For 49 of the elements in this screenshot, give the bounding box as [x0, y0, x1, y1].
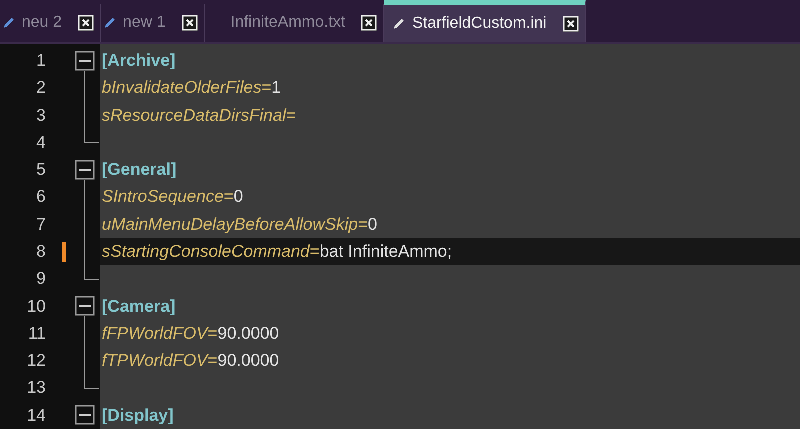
- line-number: 11: [27, 322, 47, 345]
- section-header: [Archive]: [102, 51, 176, 70]
- close-button[interactable]: [78, 15, 94, 31]
- setting-key: SIntroSequence: [102, 187, 224, 206]
- tab[interactable]: new 1: [101, 4, 205, 42]
- setting-value: 1: [272, 78, 282, 98]
- setting-value: bat InfiniteAmmo;: [320, 242, 452, 261]
- line-number: 1: [36, 50, 47, 72]
- setting-key: sResourceDataDirsFinal: [102, 106, 286, 125]
- line-number: 12: [26, 350, 47, 372]
- close-button[interactable]: [361, 15, 378, 31]
- setting-key: sStartingConsoleCommand: [102, 242, 310, 261]
- setting-key: uMainMenuDelayBeforeAllowSkip: [102, 214, 358, 234]
- collapse-icon[interactable]: [75, 160, 95, 180]
- line-number: 5: [36, 159, 47, 182]
- line-number: 3: [36, 104, 47, 127]
- equals-sign: =: [310, 242, 320, 261]
- equals-sign: =: [286, 106, 296, 125]
- line-number: 8: [36, 240, 47, 263]
- line-number: 14: [26, 404, 47, 427]
- tab[interactable]: StarfieldCustom.ini: [384, 0, 586, 42]
- line-number: 13: [26, 377, 47, 400]
- collapse-icon[interactable]: [75, 50, 95, 71]
- line-number: 6: [36, 186, 47, 208]
- setting-value: 0: [234, 187, 244, 206]
- setting-value: 0: [368, 214, 378, 234]
- line-number: 9: [36, 268, 47, 290]
- line-number: 2: [36, 77, 47, 100]
- section-header: [Camera]: [102, 296, 176, 316]
- equals-sign: =: [224, 187, 234, 206]
- close-button[interactable]: [562, 16, 579, 32]
- tab[interactable]: neu 2: [0, 4, 102, 42]
- setting-value: 90.0000: [218, 324, 280, 343]
- setting-key: fTPWorldFOV: [102, 351, 208, 370]
- line-number: 4: [36, 132, 47, 154]
- equals-sign: =: [358, 214, 368, 234]
- setting-key: fFPWorldFOV: [102, 324, 208, 343]
- line-number: 7: [36, 214, 47, 236]
- setting-key: bInvalidateOlderFiles: [102, 78, 262, 98]
- setting-value: 90.0000: [218, 351, 280, 370]
- close-button[interactable]: [182, 15, 198, 31]
- collapse-icon[interactable]: [75, 296, 95, 316]
- collapse-icon[interactable]: [75, 405, 95, 426]
- equals-sign: =: [208, 324, 218, 343]
- equals-sign: =: [262, 78, 272, 98]
- line-number: 10: [26, 296, 47, 318]
- equals-sign: =: [208, 351, 218, 370]
- section-header: [General]: [102, 160, 177, 180]
- section-header: [Display]: [102, 406, 174, 425]
